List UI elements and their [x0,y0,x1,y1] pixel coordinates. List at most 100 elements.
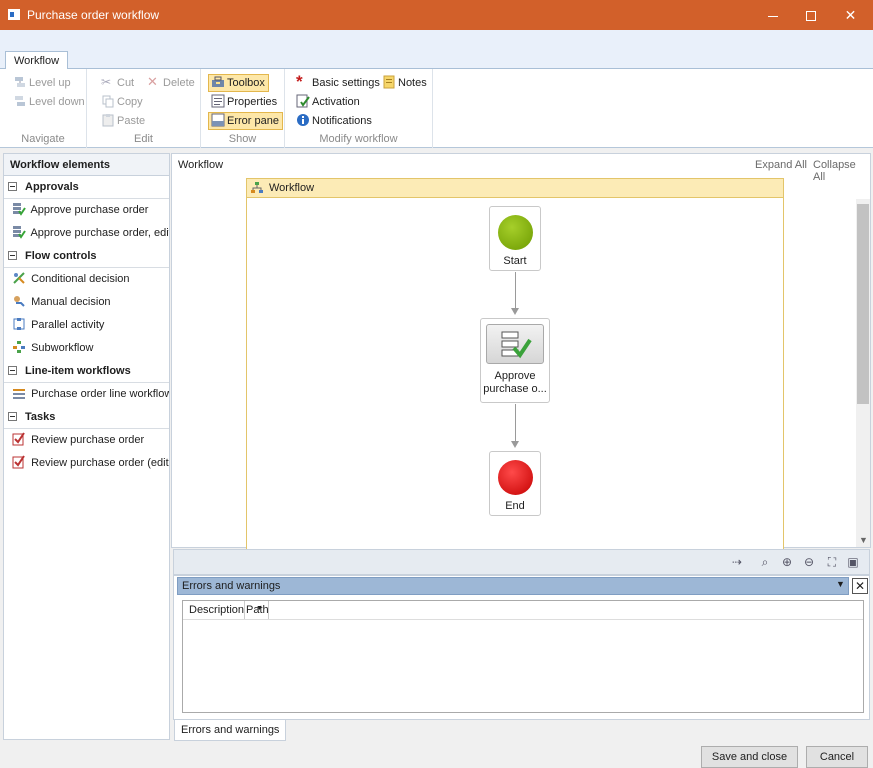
connector-line [515,272,516,310]
title-bar: Purchase order workflow ✕ [0,0,873,30]
item-label: Approve purchase order, edita [30,227,169,239]
error-pane-icon [211,113,225,127]
start-node[interactable]: Start [489,206,541,271]
error-pane-header: Errors and warnings [177,577,849,595]
cut-label: Cut [117,77,135,89]
toolbox-item-review-purchase-order[interactable]: Review purchase order [4,429,169,452]
workflow-designer-canvas[interactable]: Workflow Expand All Collapse All Workflo… [171,153,871,550]
approve-node-label-line2: purchase o... [483,383,547,395]
actual-size-icon[interactable]: ▣ [845,554,861,570]
ribbon-tab-strip: Workflow [0,50,873,70]
show-group-label: Show [228,133,257,145]
ribbon-group-show: Toolbox Properties Error pane Show [201,69,285,148]
designer-vertical-scrollbar[interactable]: ▼ [856,199,870,547]
toolbox-header: Workflow elements [4,154,169,176]
end-node[interactable]: End [489,451,541,516]
collapse-icon[interactable] [8,365,17,375]
approve-purchase-order-node[interactable]: Approve purchase o... [480,318,550,403]
toolbox-item-approve-purchase-order[interactable]: Approve purchase order [4,199,169,222]
info-icon [297,114,309,127]
close-button[interactable]: ✕ [828,0,873,30]
tab-workflow[interactable]: Workflow [5,51,69,70]
ribbon-group-edit: ✂ Cut ✕ Delete Copy Paste Edit [87,69,201,148]
collapse-all-link[interactable]: Collapse All [813,159,870,183]
category-tasks[interactable]: Tasks [4,406,169,429]
toolbox-item-purchase-order-line-workflow[interactable]: Purchase order line workflow [4,383,169,406]
level-down-button[interactable]: Level down [10,93,89,111]
expand-all-link[interactable]: Expand All [755,159,807,171]
pane-close-button[interactable]: ✕ [852,578,868,594]
toolbox-item-review-purchase-order-editable[interactable]: Review purchase order (editab [4,452,169,475]
paste-button[interactable]: Paste [98,112,149,130]
scrollbar-thumb[interactable] [857,204,869,404]
category-line-item-workflows[interactable]: Line-item workflows [4,360,169,383]
level-down-icon [15,96,25,107]
approve-node-label-line1: Approve [494,370,536,382]
app-icon [8,9,20,20]
copy-button[interactable]: Copy [98,93,147,111]
category-flow-controls[interactable]: Flow controls [4,245,169,268]
item-label: Approve purchase order [30,204,149,216]
category-label: Approvals [25,181,79,193]
notes-button[interactable]: Notes [379,74,431,92]
tab-errors-and-warnings[interactable]: Errors and warnings [174,720,287,741]
auto-arrange-icon[interactable]: ⇢ [729,554,745,570]
collapse-icon[interactable] [8,411,17,421]
save-and-close-button[interactable]: Save and close [701,746,798,768]
notifications-button[interactable]: Notifications [293,112,376,130]
properties-button[interactable]: Properties [208,93,281,111]
toolbox-item-subworkflow[interactable]: Subworkflow [4,337,169,360]
copy-label: Copy [117,96,143,108]
toolbox-item-approve-purchase-order-editable[interactable]: Approve purchase order, edita [4,222,169,245]
item-label: Purchase order line workflow [31,388,169,400]
category-label: Tasks [25,411,56,423]
scroll-down-icon[interactable]: ▼ [859,535,868,545]
level-up-button[interactable]: Level up [10,74,75,92]
start-circle-icon [498,215,533,250]
delete-button[interactable]: ✕ Delete [144,74,199,92]
activation-label: Activation [312,96,360,108]
pane-dropdown-icon[interactable]: ▼ [836,579,845,589]
error-pane-button[interactable]: Error pane [208,112,283,130]
fit-to-screen-icon[interactable]: ⛶ [824,554,840,570]
paste-icon [102,114,114,127]
notes-icon [383,75,395,89]
line-workflow-icon [13,389,25,400]
cancel-button[interactable]: Cancel [806,746,868,768]
workflow-elements-panel: Workflow elements Approvals Approve purc… [3,153,170,740]
category-label: Line-item workflows [25,365,131,377]
navigate-group-label: Navigate [21,133,65,145]
toolbox-button[interactable]: Toolbox [208,74,269,92]
zoom-to-selection-icon[interactable]: ⌕ [757,554,773,570]
toolbox-item-parallel-activity[interactable]: Parallel activity [4,314,169,337]
properties-icon [211,94,225,108]
approval-icon [13,203,26,216]
approval-check-icon [501,331,532,359]
workflow-frame-header[interactable]: Workflow [247,179,783,198]
cut-button[interactable]: ✂ Cut [98,74,138,92]
toolbox-item-manual-decision[interactable]: Manual decision [4,291,169,314]
manual-decision-icon [14,296,25,307]
zoom-in-icon[interactable]: ⊕ [779,554,795,570]
activation-button[interactable]: Activation [293,93,364,111]
breadcrumb[interactable]: Workflow [178,159,223,171]
basic-settings-button[interactable]: * Basic settings [293,73,384,92]
scissors-icon: ✂ [101,75,112,90]
item-label: Review purchase order [31,434,145,446]
close-icon: ✕ [854,579,866,593]
column-header-description[interactable]: Description [183,601,245,619]
item-label: Subworkflow [31,342,94,354]
collapse-icon[interactable] [8,250,17,260]
collapse-icon[interactable] [8,181,17,191]
start-label: Start [503,255,527,267]
basic-settings-label: Basic settings [312,77,380,89]
workflow-frame-title: Workflow [269,182,315,194]
category-approvals[interactable]: Approvals [4,176,169,199]
toolbox-icon [212,76,224,88]
maximize-button[interactable] [788,0,833,30]
level-down-label: Level down [29,96,85,108]
delete-label: Delete [163,77,195,89]
toolbox-item-conditional-decision[interactable]: Conditional decision [4,268,169,291]
zoom-out-icon[interactable]: ⊖ [801,554,817,570]
task-checkbox-icon [12,455,25,469]
